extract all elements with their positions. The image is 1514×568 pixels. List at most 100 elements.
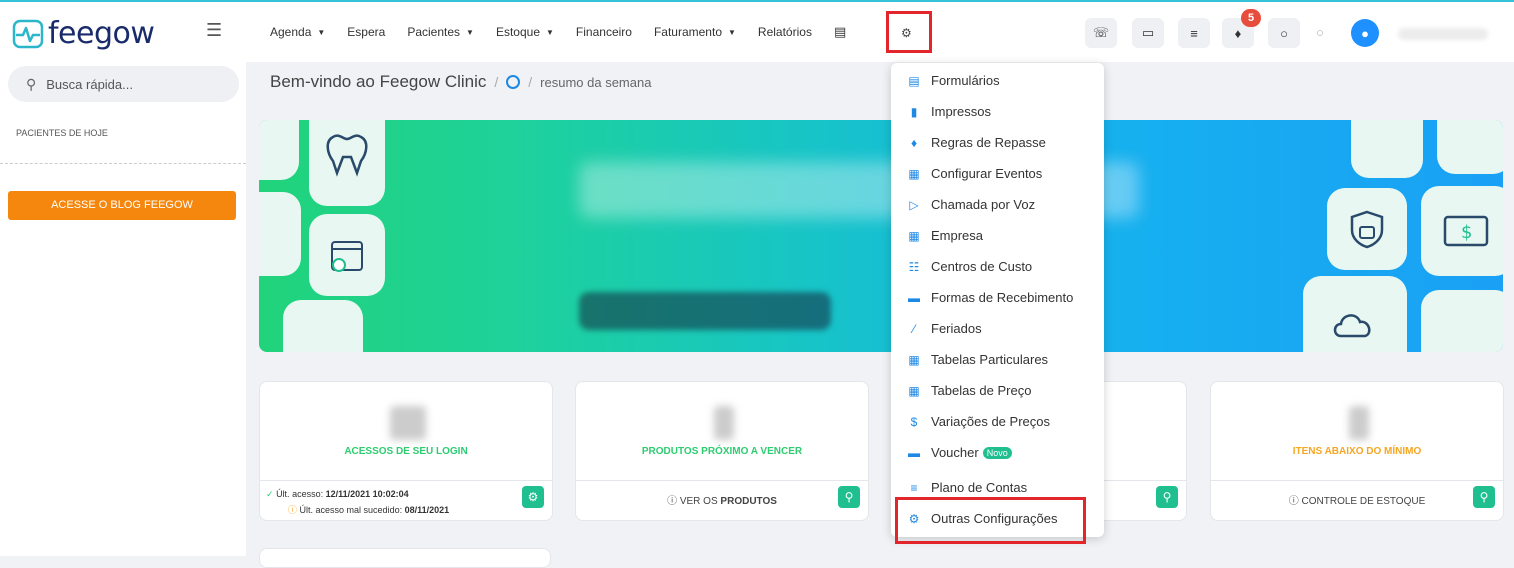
menu-label: Chamada por Voz: [931, 197, 1036, 212]
divider: [0, 163, 246, 164]
chart-icon: [259, 192, 301, 276]
check-circle-icon: ✓: [266, 489, 274, 499]
menu-item-configurar-eventos[interactable]: ▦ Configurar Eventos: [907, 166, 1042, 181]
view-products-link[interactable]: ⓘ VER OS PRODUTOS: [576, 492, 868, 507]
nav-faturamento[interactable]: Faturamento ▼: [654, 25, 736, 39]
svg-text:$: $: [1461, 222, 1472, 243]
handshake-icon: ♦: [910, 135, 918, 150]
phone-icon[interactable]: ☏: [1085, 18, 1117, 48]
caret-down-icon: ▼: [317, 27, 326, 37]
nav-pacientes[interactable]: Pacientes ▼: [407, 25, 474, 39]
failed-access-value: 08/11/2021: [404, 505, 450, 515]
menu-item-tabelas-preco[interactable]: ▦ Tabelas de Preço: [907, 383, 1031, 398]
menu-item-empresa[interactable]: ▦ Empresa: [907, 228, 983, 243]
menu-label: Tabelas Particulares: [931, 352, 1049, 367]
menu-item-chamada-voz[interactable]: ▷ Chamada por Voz: [907, 197, 1035, 212]
nav-relatorios[interactable]: Relatórios: [758, 25, 812, 39]
table-icon: ▦: [908, 383, 920, 398]
stock-control-link[interactable]: ⓘ CONTROLE DE ESTOQUE: [1211, 492, 1503, 507]
caret-down-icon: ▼: [728, 27, 736, 37]
tasks-icon[interactable]: ≡: [1178, 18, 1210, 48]
user-avatar[interactable]: ●: [1351, 19, 1379, 47]
nav-espera[interactable]: Espera: [347, 25, 385, 39]
page-title: Bem-vindo ao Feegow Clinic: [270, 72, 487, 91]
chat-icon[interactable]: ○: [1268, 18, 1300, 48]
speaker-icon: ▷: [909, 197, 919, 212]
breadcrumb-separator: /: [528, 74, 533, 90]
nav-estoque[interactable]: Estoque ▼: [496, 25, 554, 39]
menu-label: Formulários: [931, 73, 1000, 88]
menu-label: Formas de Recebimento: [931, 290, 1074, 305]
menu-item-centros-custo[interactable]: ☷ Centros de Custo: [907, 259, 1033, 274]
menu-item-impressos[interactable]: ▮ Impressos: [907, 104, 991, 119]
last-access-line: ✓ Últ. acesso: 12/11/2021 10:02:04: [266, 489, 409, 500]
card-partial: [259, 548, 551, 568]
sitemap-icon: ☷: [908, 259, 920, 274]
calendar-icon: ▦: [908, 166, 920, 181]
card-divider: [1211, 480, 1503, 481]
patients-today-label: PACIENTES DE HOJE: [16, 128, 108, 138]
megaphone-icon: [1421, 290, 1503, 352]
cloud-lock-icon: [1303, 276, 1407, 352]
database-icon[interactable]: ▤: [834, 24, 846, 40]
menu-item-plano-contas[interactable]: ≡ Plano de Contas: [907, 480, 1027, 495]
menu-label: Configurar Eventos: [931, 166, 1043, 181]
menu-item-formas-recebimento[interactable]: ▬ Formas de Recebimento: [907, 290, 1073, 305]
view-products-prefix: VER OS: [679, 496, 721, 507]
caret-down-icon: ▼: [466, 27, 474, 37]
promo-banner[interactable]: $: [259, 120, 1503, 352]
sidebar: ⚲ Busca rápida... PACIENTES DE HOJE ACES…: [0, 62, 246, 556]
money-screen-icon: $: [1421, 186, 1503, 276]
search-button[interactable]: ⚲: [838, 486, 860, 508]
menu-item-formularios[interactable]: ▤ Formulários: [907, 73, 1000, 88]
nav-agenda[interactable]: Agenda ▼: [270, 25, 325, 39]
dashboard-icon[interactable]: [506, 75, 521, 89]
nav-financeiro[interactable]: Financeiro: [576, 25, 632, 39]
chart-icon: ▤: [908, 73, 920, 88]
search-button[interactable]: ⚲: [1473, 486, 1495, 508]
gear-icon[interactable]: ⚙: [901, 26, 912, 40]
user-name-blurred[interactable]: [1398, 28, 1488, 40]
banner-button-blurred[interactable]: [579, 292, 831, 330]
nav-label: Faturamento: [653, 25, 722, 39]
breadcrumb-current: resumo da semana: [540, 74, 652, 90]
menu-item-regras-repasse[interactable]: ♦ Regras de Repasse: [907, 135, 1046, 150]
stock-control-label: CONTROLE DE ESTOQUE: [1301, 496, 1426, 507]
outras-configuracoes-highlight-box: [895, 497, 1086, 544]
nav-label: Financeiro: [575, 25, 632, 39]
document-icon: [283, 300, 363, 352]
menu-item-variacoes-precos[interactable]: $ Variações de Preços: [907, 414, 1050, 429]
nav-label: Agenda: [270, 25, 312, 39]
nav-label: Pacientes: [407, 25, 461, 39]
settings-button[interactable]: ⚙: [522, 486, 544, 508]
last-access-value: 12/11/2021 10:02:04: [325, 489, 409, 499]
card-logins: ACESSOS DE SEU LOGIN ✓ Últ. acesso: 12/1…: [259, 381, 553, 521]
search-button[interactable]: ⚲: [1156, 486, 1178, 508]
menu-item-voucher[interactable]: ▬ Voucher Novo: [907, 445, 1012, 460]
warning-icon: ⓘ: [288, 505, 298, 515]
status-dot-icon: [1317, 30, 1323, 36]
view-products-bold: PRODUTOS: [720, 496, 777, 507]
card-title: ACESSOS DE SEU LOGIN: [344, 446, 468, 457]
blog-button[interactable]: ACESSE O BLOG FEEGOW: [8, 191, 236, 220]
card-title: ITENS ABAIXO DO MÍNIMO: [1292, 446, 1422, 457]
card-value-blurred: [714, 406, 734, 440]
failed-access-line: ⓘ Últ. acesso mal sucedido: 08/11/2021: [288, 503, 449, 516]
nav-label: Estoque: [495, 25, 540, 39]
menu-label: Regras de Repasse: [931, 135, 1046, 150]
menu-item-feriados[interactable]: ⁄ Feriados: [907, 321, 982, 336]
dollar-icon: $: [910, 414, 918, 429]
menu-label: Plano de Contas: [931, 480, 1028, 495]
top-bar: feegow ☰ Agenda ▼ Espera Pacientes ▼ Estoq…: [0, 0, 1514, 62]
menu-item-tabelas-particulares[interactable]: ▦ Tabelas Particulares: [907, 352, 1048, 367]
card-value-blurred: [390, 406, 426, 440]
feegow-logo[interactable]: feegow: [12, 16, 155, 51]
card-value-blurred: [1349, 406, 1369, 440]
hamburger-menu-icon[interactable]: ☰: [206, 20, 222, 41]
search-icon: ⚲: [26, 75, 37, 92]
search-placeholder: Busca rápida...: [46, 76, 133, 92]
search-input[interactable]: ⚲ Busca rápida...: [8, 66, 239, 102]
list-icon: ≡: [910, 480, 918, 495]
inbox-icon[interactable]: ▭: [1132, 18, 1164, 48]
settings-dropdown-menu: ▤ Formulários ▮ Impressos ♦ Regras de Repas…: [891, 63, 1104, 537]
